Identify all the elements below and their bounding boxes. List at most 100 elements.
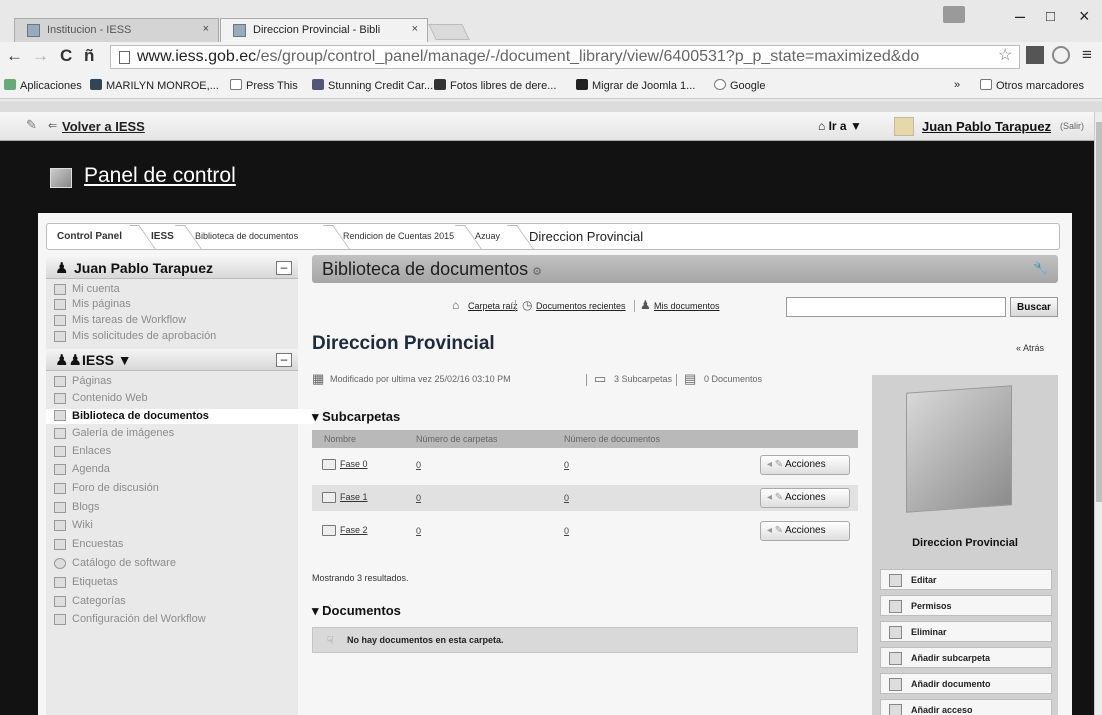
sidebar-item-foro[interactable]: Foro de discusión [46, 482, 298, 497]
menu-icon[interactable]: ≡ [1082, 45, 1092, 65]
add-document-button[interactable]: Añadir documento [880, 673, 1052, 694]
user-icon: ♟ [640, 298, 651, 312]
scrollbar-thumb[interactable] [1096, 122, 1102, 502]
add-subfolder-button[interactable]: Añadir subcarpeta [880, 647, 1052, 668]
sidebar-item-paginas[interactable]: Páginas [46, 375, 298, 390]
breadcrumb-azuay[interactable]: Azuay [475, 231, 500, 241]
bookmark-fotos[interactable]: Fotos libres de dere... [434, 79, 556, 92]
folder-name-link[interactable]: Fase 1 [340, 492, 368, 502]
maximize-button[interactable]: □ [1046, 8, 1055, 25]
folder-count-link[interactable]: 0 [416, 493, 421, 503]
subfolders-heading[interactable]: ▾ Subcarpetas [312, 409, 400, 425]
sidebar-item-blogs[interactable]: Blogs [46, 501, 298, 516]
actions-button[interactable]: ◂ ✎ Acciones [760, 521, 850, 541]
sidebar-item-mis-tareas[interactable]: Mis tareas de Workflow [46, 314, 298, 329]
tab-close-icon[interactable]: × [203, 23, 209, 35]
browser-user-icon[interactable] [943, 6, 965, 23]
menu-item-label: Añadir documento [911, 679, 991, 689]
column-header[interactable]: Número de carpetas [416, 434, 498, 444]
sidebar-item-config-workflow[interactable]: Configuración del Workflow [46, 613, 298, 628]
bookmark-joomla[interactable]: Migrar de Joomla 1... [576, 79, 695, 92]
sidebar-item-etiquetas[interactable]: Etiquetas [46, 576, 298, 591]
edit-button[interactable]: Editar [880, 569, 1052, 590]
gear-icon[interactable]: ⚙ [532, 266, 542, 278]
folder-count-link[interactable]: 0 [416, 460, 421, 470]
sidebar-item-mis-paginas[interactable]: Mis páginas [46, 298, 298, 313]
home-button[interactable]: ñ [84, 46, 94, 66]
sidebar-site-title[interactable]: IESS ▼ [82, 352, 132, 368]
sidebar: ♟ Juan Pablo Tarapuez – Mi cuenta Mis pá… [46, 257, 314, 715]
back-to-site-link[interactable]: Volver a IESS [62, 119, 145, 134]
back-link[interactable]: « Atrás [1016, 343, 1044, 353]
sidebar-item-mis-solicitudes[interactable]: Mis solicitudes de aprobación [46, 330, 298, 345]
delete-button[interactable]: Eliminar [880, 621, 1052, 642]
documents-heading[interactable]: ▾ Documentos [312, 603, 401, 619]
page-title[interactable]: Panel de control [84, 164, 236, 188]
folder-name-link[interactable]: Fase 0 [340, 459, 368, 469]
account-icon[interactable] [1052, 46, 1070, 64]
document-count-link[interactable]: 0 [564, 460, 569, 470]
minimize-icon[interactable]: – [276, 353, 292, 367]
pin-icon[interactable]: ✎ [26, 117, 37, 133]
actions-button[interactable]: ◂ ✎ Acciones [760, 488, 850, 508]
tab-close-icon[interactable]: × [412, 23, 418, 35]
folder-name-link[interactable]: Fase 2 [340, 525, 368, 535]
tab-label: Institucion - IESS [47, 24, 132, 36]
permissions-button[interactable]: Permisos [880, 595, 1052, 616]
user-name-link[interactable]: Juan Pablo Tarapuez [922, 119, 1051, 134]
add-shortcut-button[interactable]: Añadir acceso [880, 699, 1052, 715]
close-window-button[interactable]: × [1079, 6, 1090, 27]
reload-button[interactable]: C [60, 46, 72, 66]
breadcrumb-control-panel[interactable]: Control Panel [57, 231, 122, 242]
tab-institucion[interactable]: Institucion - IESS × [14, 18, 219, 42]
sidebar-item-categorias[interactable]: Categorías [46, 595, 298, 610]
sidebar-item-wiki[interactable]: Wiki [46, 519, 298, 534]
bookmark-stunning[interactable]: Stunning Credit Car... [312, 79, 433, 92]
bookmark-press-this[interactable]: Press This [230, 79, 298, 92]
breadcrumb-iess[interactable]: IESS [151, 231, 174, 242]
sidebar-user-header[interactable]: ♟ Juan Pablo Tarapuez – [46, 257, 298, 279]
breadcrumb-rendicion[interactable]: Rendicion de Cuentas 2015 [343, 231, 454, 241]
sidebar-item-galeria[interactable]: Galería de imágenes [46, 427, 298, 442]
bookmark-otros[interactable]: Otros marcadores [980, 79, 1084, 92]
my-documents-link[interactable]: Mis documentos [654, 301, 720, 311]
sidebar-item-mi-cuenta[interactable]: Mi cuenta [46, 283, 298, 298]
folder-count-link[interactable]: 0 [416, 526, 421, 536]
bookmark-aplicaciones[interactable]: Aplicaciones [4, 79, 82, 92]
search-button[interactable]: Buscar [1010, 297, 1058, 317]
bookmark-star-icon[interactable]: ☆ [998, 45, 1012, 65]
sidebar-item-encuestas[interactable]: Encuestas [46, 538, 298, 553]
root-folder-link[interactable]: Carpeta raíz [468, 301, 518, 311]
bookmark-marilyn[interactable]: MARILYN MONROE,... [90, 79, 219, 92]
sidebar-item-catalogo[interactable]: Catálogo de software [46, 557, 298, 572]
sidebar-item-agenda[interactable]: Agenda [46, 463, 298, 478]
column-header[interactable]: Nombre [324, 434, 356, 444]
minimize-button[interactable]: – [1015, 6, 1025, 27]
goto-menu[interactable]: ⌂ Ir a ▼ [818, 119, 862, 133]
address-bar[interactable]: www.iess.gob.ec/es/group/control_panel/m… [110, 45, 1020, 69]
breadcrumb-biblioteca[interactable]: Biblioteca de documentos [195, 231, 298, 241]
bookmark-google[interactable]: Google [714, 79, 765, 92]
new-tab-button[interactable] [428, 24, 470, 40]
document-count-link[interactable]: 0 [564, 493, 569, 503]
bookmark-icon [90, 79, 102, 90]
minimize-icon[interactable]: – [276, 261, 292, 275]
sign-out-link[interactable]: (Salir) [1060, 121, 1084, 131]
forward-button[interactable]: → [32, 46, 49, 66]
info-icon: ☟ [327, 635, 334, 647]
extension-icon[interactable] [1026, 46, 1044, 64]
document-count-link[interactable]: 0 [564, 526, 569, 536]
sidebar-item-contenido-web[interactable]: Contenido Web [46, 392, 298, 407]
recent-documents-link[interactable]: Documentos recientes [536, 301, 626, 311]
actions-button[interactable]: ◂ ✎ Acciones [760, 455, 850, 475]
sidebar-site-header[interactable]: ♟♟ IESS ▼ – [46, 349, 298, 371]
column-header[interactable]: Número de documentos [564, 434, 660, 444]
page-scrollbar[interactable] [1094, 112, 1102, 715]
search-input[interactable] [786, 297, 1006, 317]
tab-direccion-provincial[interactable]: Direccion Provincial - Bibli × [220, 18, 428, 42]
back-button[interactable]: ← [6, 46, 23, 66]
bookmarks-overflow[interactable]: » [954, 79, 960, 91]
sidebar-item-biblioteca[interactable]: Biblioteca de documentos [46, 409, 314, 425]
sidebar-item-enlaces[interactable]: Enlaces [46, 445, 298, 460]
wrench-icon[interactable]: 🔧 [1033, 261, 1048, 275]
